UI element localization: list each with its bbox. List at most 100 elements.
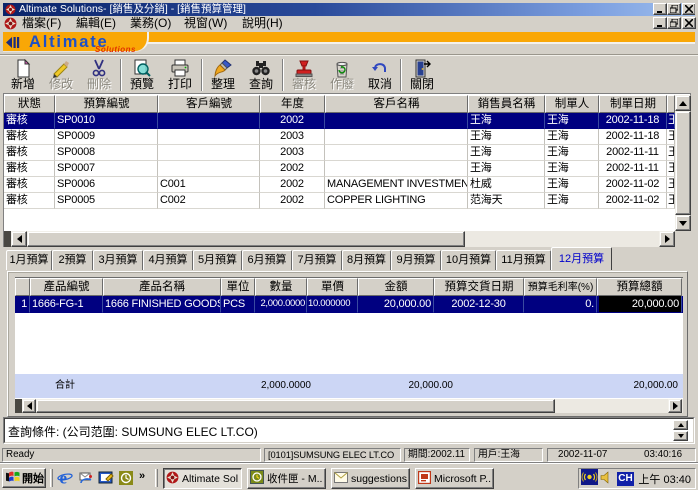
toolbar-close-button[interactable]: 關閉 [403, 58, 441, 92]
language-indicator[interactable]: CH [617, 472, 634, 486]
budget-row[interactable]: 審核SP00072002王海王海2002-11-11王 [4, 161, 675, 177]
tab-mar[interactable]: 3月預算 [93, 250, 143, 270]
toolbar-audit-button[interactable]: 審核 [285, 58, 323, 92]
cell-budget-no: SP0010 [55, 113, 158, 129]
mdi-system-icon[interactable] [4, 17, 17, 30]
mdi-restore-button[interactable] [667, 17, 681, 29]
tab-nov[interactable]: 11月預算 [496, 250, 551, 270]
taskbar-divider[interactable] [50, 469, 53, 487]
minimize-button[interactable] [653, 3, 667, 15]
channels-icon[interactable] [117, 470, 134, 486]
column-header-amount[interactable]: 金額 [358, 278, 434, 296]
cell-customer-name: MANAGEMENT INVESTMENT & TEC [325, 177, 468, 193]
tab-feb[interactable]: 2預算 [52, 250, 93, 270]
tab-oct[interactable]: 10月預算 [441, 250, 496, 270]
internet-explorer-icon[interactable]: e [56, 470, 73, 486]
budget-row[interactable]: 審核SP00102002王海王海2002-11-18王 [4, 113, 675, 129]
column-header-product-name[interactable]: 產品名稱 [103, 278, 221, 296]
vscroll-thumb[interactable] [675, 111, 691, 215]
tab-dec-selected[interactable]: 12月預算 [551, 247, 612, 270]
spin-down-button[interactable] [673, 431, 688, 441]
column-header-budget-no[interactable]: 預算編號 [55, 95, 158, 113]
status-time: 03:40:16 [644, 449, 682, 461]
toolbar-edit-button[interactable]: 修改 [42, 58, 80, 92]
column-header-unit-price[interactable]: 單價 [307, 278, 358, 296]
toolbar-preview-button[interactable]: 預覽 [123, 58, 161, 92]
scroll-right-button[interactable] [668, 399, 682, 413]
column-header-total[interactable]: 預算總額 [597, 278, 682, 296]
toolbar-separator [120, 59, 122, 91]
outlook-express-icon[interactable] [77, 470, 94, 486]
menu-business[interactable]: 業務(O) [130, 16, 171, 31]
toolbar-new-button[interactable]: 新增 [4, 58, 42, 92]
budget-row[interactable]: 審核SP0005C0022002COPPER LIGHTING范海天王海2002… [4, 193, 675, 209]
tab-jul[interactable]: 7月預算 [292, 250, 342, 270]
quicklaunch-overflow-chevron[interactable]: » [139, 470, 144, 482]
column-header-delivery-date[interactable]: 預算交貨日期 [434, 278, 524, 296]
close-button[interactable] [682, 3, 695, 15]
scroll-down-button[interactable] [675, 215, 691, 231]
task-inbox[interactable]: 收件匣 - M... [247, 468, 326, 489]
query-criteria-text: 查詢條件: (公司范圍: SUMSUNG ELEC LT.CO) [8, 423, 258, 440]
volume-tray-icon[interactable] [600, 470, 615, 488]
column-header-year[interactable]: 年度 [260, 95, 325, 113]
budget-row[interactable]: 審核SP00082003王海王海2002-11-11王 [4, 145, 675, 161]
column-header-quantity[interactable]: 數量 [255, 278, 307, 296]
column-header-unit[interactable]: 單位 [221, 278, 255, 296]
status-user: 用戶:王海 [474, 448, 543, 462]
show-desktop-icon[interactable] [97, 470, 114, 486]
task-powerpoint[interactable]: Microsoft P... [415, 468, 494, 489]
status-company: [0101]SUMSUNG ELEC LT.CO [264, 448, 401, 462]
cell-create-date: 2002-11-11 [599, 145, 667, 161]
scroll-left-button[interactable] [11, 231, 27, 247]
restore-button[interactable] [667, 3, 681, 15]
tab-jun[interactable]: 6月預算 [242, 250, 292, 270]
inbox-icon [250, 470, 264, 487]
spin-up-button[interactable] [673, 420, 688, 430]
column-header-status[interactable]: 狀態 [4, 95, 55, 113]
taskbar-clock[interactable]: 上午 03:40 [638, 471, 691, 487]
taskbar-divider[interactable] [155, 469, 158, 487]
mdi-close-button[interactable] [682, 17, 696, 29]
column-header-margin[interactable]: 預算毛利率(%) [524, 278, 597, 296]
start-label: 開始 [22, 470, 44, 486]
tab-may[interactable]: 5月預算 [193, 250, 242, 270]
toolbar-print-button[interactable]: 打印 [161, 58, 199, 92]
toolbar-delete-button[interactable]: 刪除 [80, 58, 118, 92]
task-suggestions[interactable]: suggestions ... [331, 468, 410, 489]
tab-aug[interactable]: 8月預算 [342, 250, 391, 270]
tab-jan[interactable]: 1月預算 [6, 250, 52, 270]
menu-file[interactable]: 檔案(F) [22, 16, 61, 31]
beacon-tray-icon[interactable] [581, 469, 598, 488]
menu-edit[interactable]: 編輯(E) [76, 16, 116, 31]
toolbar-void-button[interactable]: 作廢 [323, 58, 361, 92]
hscroll-thumb[interactable] [36, 399, 555, 413]
column-header-customer-no[interactable]: 客戶編號 [158, 95, 260, 113]
menu-window[interactable]: 視窗(W) [184, 16, 227, 31]
brush-icon [213, 59, 233, 78]
detail-row[interactable]: 1 1666-FG-1 1666 FINISHED GOODS PCS 2,00… [15, 296, 683, 313]
column-header-creator[interactable]: 制單人 [545, 95, 599, 113]
toolbar-organize-button[interactable]: 整理 [204, 58, 242, 92]
cell-year: 2002 [260, 193, 325, 209]
scroll-up-button[interactable] [675, 95, 691, 111]
start-button[interactable]: 開始 [2, 468, 46, 488]
tab-apr[interactable]: 4月預算 [143, 250, 193, 270]
column-header-product-code[interactable]: 產品編號 [30, 278, 103, 296]
tab-sep[interactable]: 9月預算 [391, 250, 441, 270]
cell-overflow: 王 [667, 113, 675, 129]
task-altimate[interactable]: Altimate Sol... [163, 468, 242, 489]
cell-create-date: 2002-11-11 [599, 161, 667, 177]
scroll-right-button[interactable] [659, 231, 675, 247]
menu-help[interactable]: 說明(H) [242, 16, 283, 31]
column-header-salesman[interactable]: 銷售員名稱 [468, 95, 545, 113]
column-header-create-date[interactable]: 制單日期 [599, 95, 667, 113]
budget-row[interactable]: 審核SP0006C0012002MANAGEMENT INVESTMENT & … [4, 177, 675, 193]
toolbar-query-button[interactable]: 查詢 [242, 58, 280, 92]
mdi-minimize-button[interactable] [653, 17, 667, 29]
hscroll-thumb[interactable] [27, 231, 465, 247]
toolbar-cancel-button[interactable]: 取消 [361, 58, 399, 92]
budget-row[interactable]: 審核SP00092003王海王海2002-11-18王 [4, 129, 675, 145]
column-header-customer-name[interactable]: 客戶名稱 [325, 95, 468, 113]
scroll-left-button[interactable] [22, 399, 36, 413]
